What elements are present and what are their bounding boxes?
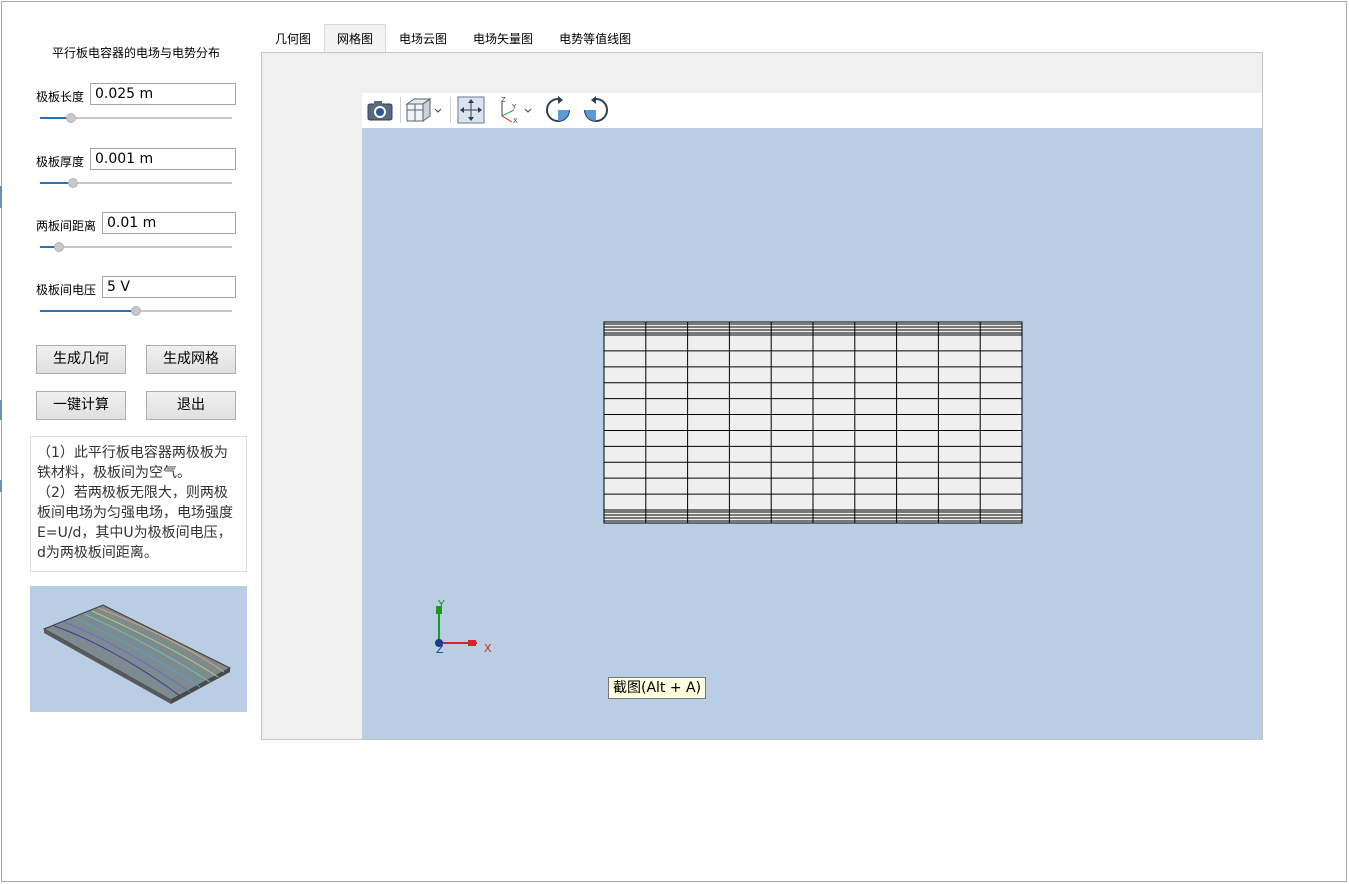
view-cube-icon[interactable]: [404, 95, 444, 125]
description-box: （1）此平行板电容器两极板为铁材料，极板间为空气。 （2）若两极板无限大，则两极…: [30, 436, 247, 572]
coordinate-axes: Y X Z: [435, 598, 492, 656]
plate-distance-slider[interactable]: [40, 241, 232, 253]
slider-thumb[interactable]: [54, 242, 65, 252]
left-edge-marker: [0, 480, 2, 492]
slider-thumb[interactable]: [131, 306, 141, 316]
voltage-input[interactable]: 5 V: [102, 276, 236, 298]
viewer-toolbar: Z Y X: [362, 93, 1262, 128]
rotate-ccw-icon[interactable]: [580, 95, 612, 125]
mesh-grid: [603, 321, 1023, 524]
plate-length-input[interactable]: 0.025 m: [90, 83, 236, 105]
tab-mesh[interactable]: 网格图: [324, 24, 387, 52]
svg-text:Y: Y: [511, 103, 517, 111]
potential-preview-image: [30, 586, 247, 712]
panel-title: 平行板电容器的电场与电势分布: [52, 46, 221, 60]
exit-button[interactable]: 退出: [146, 391, 236, 420]
axis-label-y: Y: [437, 598, 445, 611]
tab-field-contour[interactable]: 电场云图: [386, 24, 460, 52]
svg-text:Z: Z: [501, 96, 506, 104]
description-line-1: （1）此平行板电容器两极板为铁材料，极板间为空气。: [37, 445, 228, 481]
left-edge-marker: [0, 186, 2, 208]
plate-length-slider[interactable]: [40, 112, 232, 124]
tab-potential-isoline[interactable]: 电势等值线图: [546, 24, 644, 52]
param-label-plate-length: 极板长度: [36, 90, 85, 104]
tab-geometry[interactable]: 几何图: [262, 24, 324, 52]
view-tabs: 几何图 网格图 电场云图 电场矢量图 电势等值线图: [262, 24, 644, 52]
render-canvas[interactable]: Y X Z: [362, 128, 1262, 739]
fit-view-icon[interactable]: [456, 95, 486, 125]
plate-thickness-input[interactable]: 0.001 m: [90, 148, 236, 170]
plate-distance-input[interactable]: 0.01 m: [102, 212, 236, 234]
param-label-plate-distance: 两板间距离: [36, 219, 97, 233]
generate-mesh-button[interactable]: 生成网格: [146, 345, 236, 374]
param-label-plate-thickness: 极板厚度: [36, 155, 85, 169]
voltage-slider[interactable]: [40, 305, 232, 317]
axis-label-z: Z: [436, 643, 444, 656]
param-label-voltage: 极板间电压: [36, 283, 97, 297]
camera-icon[interactable]: [364, 95, 396, 125]
description-line-2: （2）若两极板无限大，则两极板间电场为匀强电场，电场强度E=U/d，其中U为极板…: [37, 485, 233, 561]
generate-geometry-button[interactable]: 生成几何: [36, 345, 126, 374]
plate-thickness-slider[interactable]: [40, 177, 232, 189]
mesh-view: Y X Z: [435, 321, 1023, 656]
tab-field-vector[interactable]: 电场矢量图: [460, 24, 546, 52]
left-edge-marker: [0, 400, 2, 420]
rotate-cw-icon[interactable]: [542, 95, 574, 125]
axes-orientation-icon[interactable]: Z Y X: [494, 95, 536, 125]
slider-thumb[interactable]: [67, 178, 78, 188]
screenshot-tooltip: 截图(Alt + A): [608, 677, 707, 699]
compute-button[interactable]: 一键计算: [36, 391, 126, 420]
svg-text:X: X: [513, 117, 518, 124]
axis-label-x: X: [484, 642, 492, 655]
slider-thumb[interactable]: [65, 113, 76, 123]
